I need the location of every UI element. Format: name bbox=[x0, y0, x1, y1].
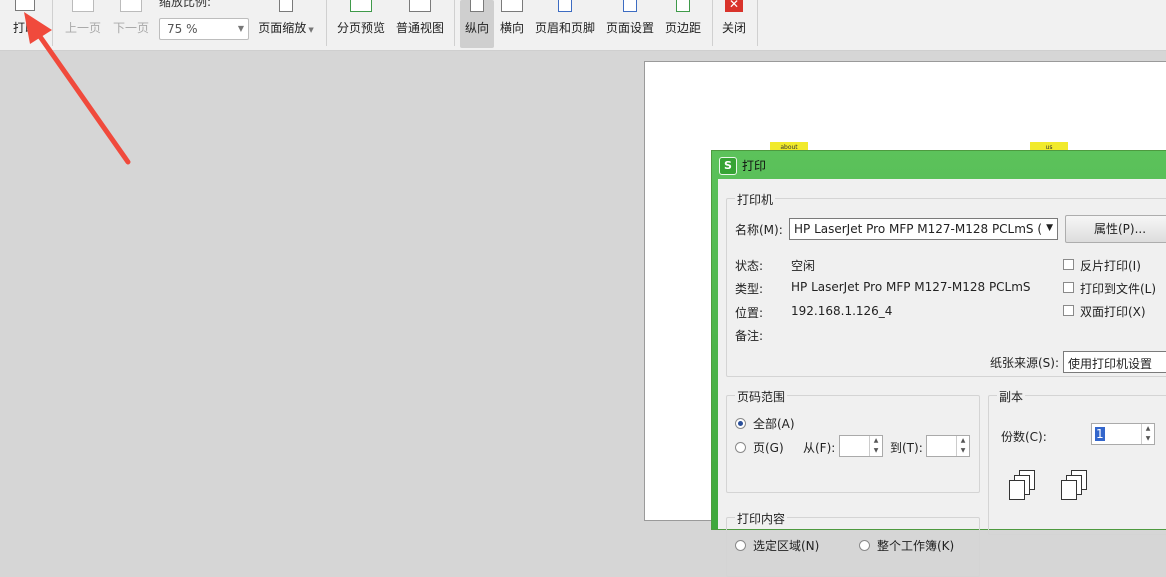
zoom-ratio-value: 75 % bbox=[167, 22, 198, 36]
print-content-group: 打印内容 选定区域(N) 整个工作簿(K) bbox=[726, 510, 980, 577]
duplex-label: 双面打印(X) bbox=[1080, 305, 1146, 319]
zoom-ratio-select[interactable]: 75 % ▼ bbox=[159, 18, 249, 40]
location-value: 192.168.1.126_4 bbox=[791, 304, 893, 318]
copies-count-label: 份数(C): bbox=[1001, 430, 1047, 444]
normal-view-button[interactable]: 普通视图 bbox=[392, 0, 448, 48]
duplex-checkbox[interactable] bbox=[1063, 305, 1074, 316]
location-label: 位置: bbox=[735, 306, 764, 320]
page-setup-button[interactable]: 页面设置 bbox=[602, 0, 658, 48]
printer-name-value: HP LaserJet Pro MFP M127-M128 PCLmS ( bbox=[794, 222, 1043, 236]
copies-group: 副本 份数(C): 1 ▲ ▼ bbox=[988, 388, 1166, 535]
range-all-label: 全部(A) bbox=[753, 417, 795, 431]
paper-source-select[interactable]: 使用打印机设置 bbox=[1063, 351, 1166, 373]
copies-title: 副本 bbox=[997, 388, 1026, 405]
portrait-button[interactable]: 纵向 bbox=[460, 0, 494, 48]
margins-icon bbox=[676, 0, 690, 12]
spin-arrows-icon[interactable]: ▲ ▼ bbox=[1141, 424, 1154, 444]
chevron-down-icon: ▼ bbox=[1046, 223, 1053, 233]
chevron-down-icon: ▼ bbox=[237, 24, 244, 33]
print-content-title: 打印内容 bbox=[735, 510, 788, 527]
status-value: 空闲 bbox=[791, 259, 816, 273]
toolbar-divider bbox=[326, 0, 327, 46]
range-pages-label: 页(G) bbox=[753, 441, 784, 455]
page-zoom-button[interactable]: 页面缩放 ▼ bbox=[254, 0, 318, 48]
page-range-group: 页码范围 全部(A) 页(G) 从(F): ▲ ▼ 到(T): ▲ ▼ bbox=[726, 388, 980, 493]
close-preview-button[interactable]: ✕ 关闭 bbox=[716, 0, 752, 48]
page-break-preview-icon bbox=[350, 0, 372, 12]
dropdown-caret-icon: ▼ bbox=[306, 26, 314, 34]
spin-arrows-icon[interactable]: ▲ ▼ bbox=[869, 436, 882, 456]
printer-name-label: 名称(M): bbox=[735, 223, 783, 237]
print-to-file-label: 打印到文件(L) bbox=[1080, 282, 1157, 296]
print-to-file-checkbox[interactable] bbox=[1063, 282, 1074, 293]
print-dialog: S 打印 打印机 名称(M): HP LaserJet Pro MFP M127… bbox=[711, 150, 1166, 577]
print-preview-toolbar: 打印 上一页 下一页 缩放比例: 75 % ▼ 页面缩放 ▼ 分页预览 普通视图… bbox=[0, 0, 1166, 51]
page-break-preview-button[interactable]: 分页预览 bbox=[334, 0, 388, 48]
printer-name-select[interactable]: HP LaserJet Pro MFP M127-M128 PCLmS ( ▼ bbox=[789, 218, 1058, 240]
dialog-title-bar[interactable]: S 打印 bbox=[712, 151, 1166, 179]
page-zoom-icon bbox=[279, 0, 293, 12]
wps-spreadsheet-icon: S bbox=[719, 157, 737, 175]
dialog-title: 打印 bbox=[742, 159, 767, 173]
reverse-print-checkbox[interactable] bbox=[1063, 259, 1074, 270]
content-selection-label: 选定区域(N) bbox=[753, 539, 820, 553]
range-from-input[interactable]: ▲ ▼ bbox=[839, 435, 883, 457]
page-setup-icon bbox=[623, 0, 637, 12]
dialog-body: 打印机 名称(M): HP LaserJet Pro MFP M127-M128… bbox=[718, 179, 1166, 577]
comment-label: 备注: bbox=[735, 329, 764, 343]
portrait-icon bbox=[470, 0, 484, 12]
printer-group: 打印机 名称(M): HP LaserJet Pro MFP M127-M128… bbox=[726, 191, 1166, 377]
range-to-label: 到(T): bbox=[890, 441, 923, 455]
collate-pages-icon bbox=[1009, 470, 1039, 500]
printer-properties-button[interactable]: 属性(P)... bbox=[1065, 215, 1166, 243]
close-icon: ✕ bbox=[725, 0, 743, 12]
toolbar-divider bbox=[454, 0, 455, 46]
toolbar-divider bbox=[757, 0, 758, 46]
range-to-input[interactable]: ▲ ▼ bbox=[926, 435, 970, 457]
normal-view-icon bbox=[409, 0, 431, 12]
range-all-radio[interactable] bbox=[735, 418, 746, 429]
landscape-icon bbox=[501, 0, 523, 12]
content-workbook-label: 整个工作簿(K) bbox=[877, 539, 955, 553]
paper-source-label: 纸张来源(S): bbox=[990, 356, 1060, 370]
landscape-button[interactable]: 横向 bbox=[496, 0, 528, 48]
copies-count-input[interactable]: 1 ▲ ▼ bbox=[1091, 423, 1155, 445]
toolbar-divider bbox=[712, 0, 713, 46]
printer-group-title: 打印机 bbox=[735, 191, 776, 208]
collate-pages-icon bbox=[1061, 470, 1091, 500]
spin-arrows-icon[interactable]: ▲ ▼ bbox=[956, 436, 969, 456]
range-pages-radio[interactable] bbox=[735, 442, 746, 453]
status-label: 状态: bbox=[735, 259, 764, 273]
zoom-ratio-label: 缩放比例: bbox=[159, 0, 212, 9]
header-footer-icon bbox=[558, 0, 572, 12]
page-range-title: 页码范围 bbox=[735, 388, 788, 405]
type-label: 类型: bbox=[735, 282, 764, 296]
reverse-print-label: 反片打印(I) bbox=[1080, 259, 1141, 273]
content-selection-radio[interactable] bbox=[735, 540, 746, 551]
margins-button[interactable]: 页边距 bbox=[662, 0, 704, 48]
type-value: HP LaserJet Pro MFP M127-M128 PCLmS bbox=[791, 280, 1031, 294]
copies-count-value: 1 bbox=[1095, 427, 1105, 441]
annotation-arrow bbox=[24, 12, 131, 165]
content-workbook-radio[interactable] bbox=[859, 540, 870, 551]
range-from-label: 从(F): bbox=[803, 441, 836, 455]
paper-source-value: 使用打印机设置 bbox=[1068, 357, 1153, 371]
header-footer-button[interactable]: 页眉和页脚 bbox=[532, 0, 598, 48]
